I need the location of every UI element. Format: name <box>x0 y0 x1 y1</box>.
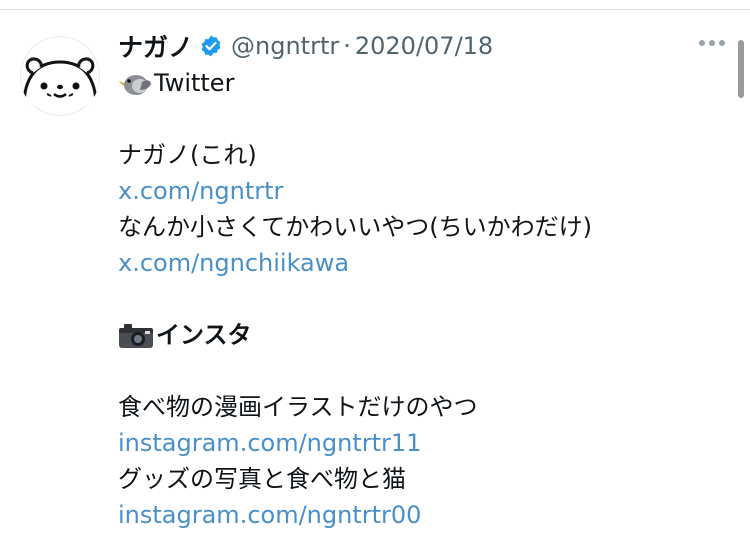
goods-description: グッズの写真と食べ物と猫 <box>118 465 406 493</box>
user-handle[interactable]: @ngntrtr <box>231 32 339 60</box>
separator-dot: · <box>343 32 351 60</box>
link-instagram-ngntrtr00[interactable]: instagram.com/ngntrtr00 <box>118 497 421 533</box>
twitter-heading: Twitter <box>154 69 235 97</box>
display-name[interactable]: ナガノ <box>118 28 193 64</box>
tweet-header: ナガノ @ngntrtr · 2020/07/18 <box>118 28 493 64</box>
scrollbar[interactable] <box>738 40 744 98</box>
insta-heading: インスタ <box>156 321 252 349</box>
bear-avatar-icon <box>22 57 98 107</box>
insta-heading-line: インスタ <box>118 317 252 353</box>
link-ngnchiikawa[interactable]: x.com/ngnchiikawa <box>118 245 349 281</box>
verified-badge-icon <box>201 35 221 57</box>
tweet-date[interactable]: 2020/07/18 <box>355 32 493 60</box>
chiikawa-description: なんか小さくてかわいいやつ(ちいかわだけ) <box>118 213 593 241</box>
twitter-heading-line: Twitter <box>118 65 234 101</box>
bird-emoji-icon <box>118 75 151 95</box>
more-options-icon[interactable] <box>699 40 725 46</box>
link-ngntrtr[interactable]: x.com/ngntrtr <box>118 173 283 209</box>
self-description: ナガノ(これ) <box>118 141 257 169</box>
top-divider <box>0 9 750 10</box>
link-instagram-ngntrtr11[interactable]: instagram.com/ngntrtr11 <box>118 425 421 461</box>
camera-emoji-icon <box>119 324 153 348</box>
avatar[interactable] <box>20 36 100 116</box>
food-description: 食べ物の漫画イラストだけのやつ <box>118 393 478 421</box>
